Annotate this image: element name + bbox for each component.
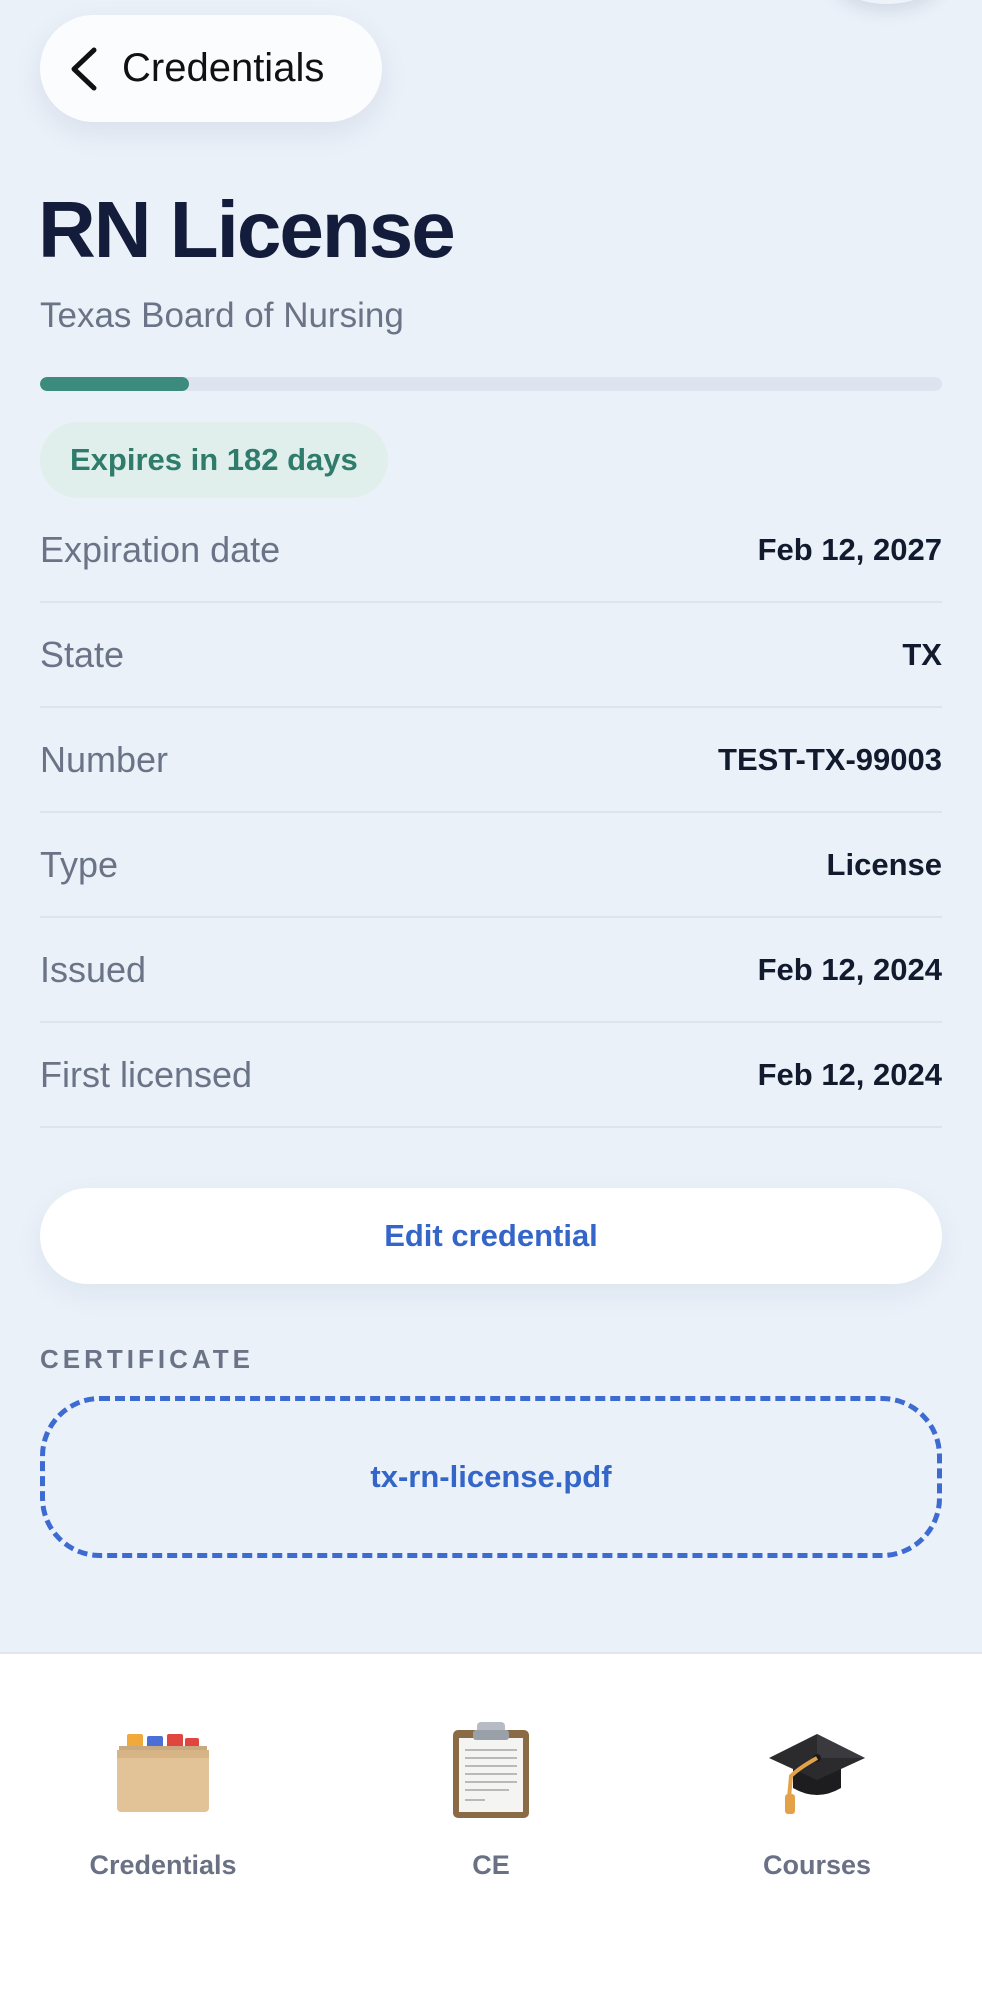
detail-row-first-licensed: First licensed Feb 12, 2024 xyxy=(40,1023,942,1128)
details-list: Expiration date Feb 12, 2027 State TX Nu… xyxy=(40,498,942,1128)
detail-row-state: State TX xyxy=(40,603,942,708)
edit-credential-button[interactable]: Edit credential xyxy=(40,1188,942,1284)
tab-label: CE xyxy=(472,1850,510,1880)
detail-label: State xyxy=(40,633,125,675)
validity-progress-fill xyxy=(40,377,189,391)
page-subtitle: Texas Board of Nursing xyxy=(40,296,404,335)
detail-value: TX xyxy=(902,636,942,672)
page-title: RN License xyxy=(38,185,456,274)
detail-value: Feb 12, 2024 xyxy=(757,1056,942,1092)
expiry-badge: Expires in 182 days xyxy=(40,422,388,498)
bottom-tab-bar: Credentials CE Courses xyxy=(0,1652,982,1998)
clipboard-icon xyxy=(453,1722,529,1818)
detail-label: Number xyxy=(40,738,169,780)
graduation-cap-icon xyxy=(769,1734,865,1814)
tab-label: Courses xyxy=(762,1850,872,1880)
detail-row-number: Number TEST-TX-99003 xyxy=(40,708,942,813)
detail-label: First licensed xyxy=(40,1053,253,1095)
tab-ce[interactable]: CE xyxy=(381,1718,601,1881)
tab-courses[interactable]: Courses xyxy=(707,1718,927,1881)
card-file-box-icon xyxy=(117,1734,209,1812)
detail-value: License xyxy=(826,846,942,882)
validity-progress-bar xyxy=(40,377,942,391)
detail-label: Type xyxy=(40,843,119,885)
detail-row-issued: Issued Feb 12, 2024 xyxy=(40,918,942,1023)
back-button-label: Credentials xyxy=(122,46,325,90)
back-button[interactable]: Credentials xyxy=(40,15,382,122)
tab-label: Credentials xyxy=(89,1850,237,1880)
detail-label: Issued xyxy=(40,948,147,990)
detail-label: Expiration date xyxy=(40,528,281,570)
chevron-left-icon xyxy=(71,47,97,90)
certificate-section-label: CERTIFICATE xyxy=(40,1344,254,1374)
detail-row-type: Type License xyxy=(40,813,942,918)
certificate-file-link[interactable]: tx-rn-license.pdf xyxy=(40,1396,942,1558)
top-right-button-edge[interactable] xyxy=(832,0,942,4)
tab-credentials[interactable]: Credentials xyxy=(53,1718,273,1881)
detail-value: TEST-TX-99003 xyxy=(718,741,942,777)
detail-value: Feb 12, 2024 xyxy=(757,951,942,987)
detail-row-expiration-date: Expiration date Feb 12, 2027 xyxy=(40,498,942,603)
detail-value: Feb 12, 2027 xyxy=(757,531,942,567)
